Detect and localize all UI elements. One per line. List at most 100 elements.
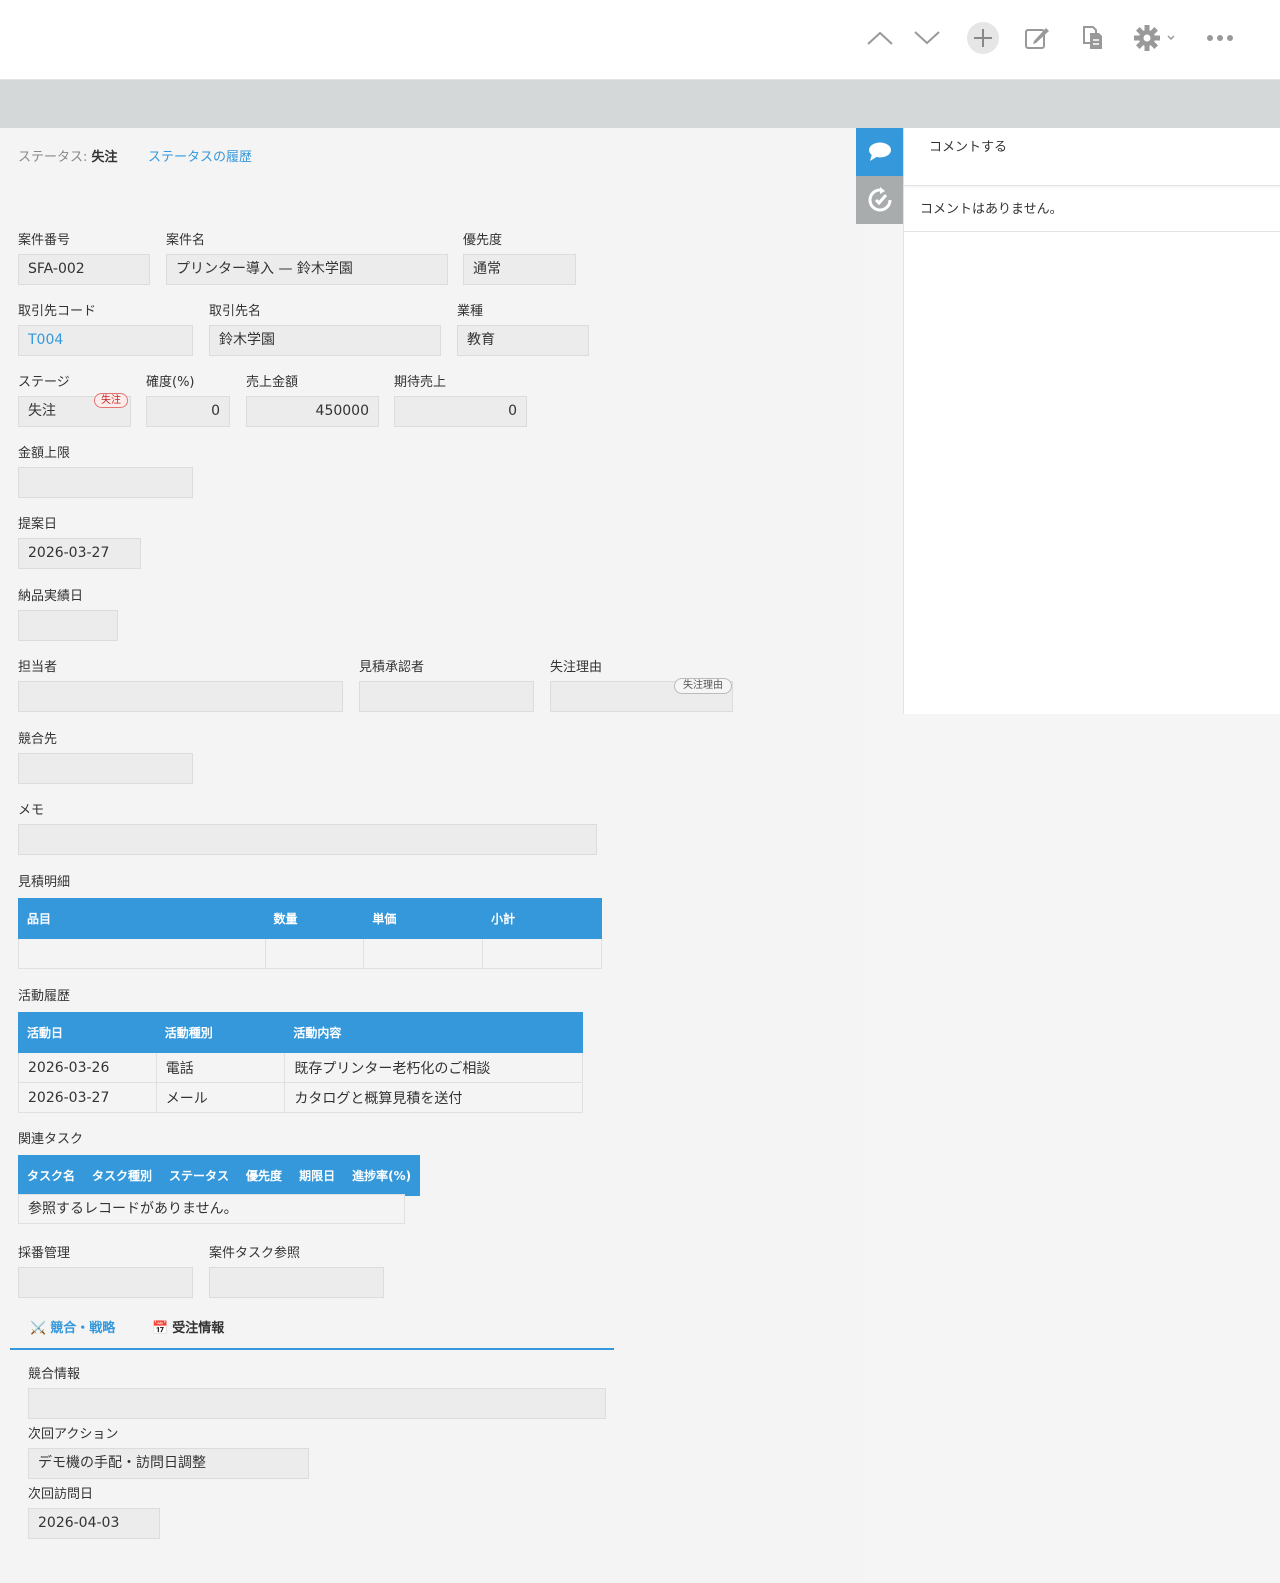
field-competitor: 競合先 [18, 731, 193, 784]
status-label: ステータス: [18, 150, 88, 165]
field-case-no: 案件番号 SFA-002 [18, 232, 150, 285]
field-label: 次回訪問日 [28, 1487, 94, 1502]
field-value: 鈴木学園 [209, 325, 441, 356]
no-comments-message: コメントはありません。 [904, 186, 1280, 232]
column-header: 期限日 [290, 1155, 345, 1196]
add-icon[interactable] [965, 20, 1001, 56]
field-label: 納品実績日 [18, 589, 84, 604]
sidebar-tabs [856, 128, 904, 224]
status-indicator: ステータス: 失注 [18, 146, 118, 165]
column-header: 優先度 [237, 1155, 292, 1196]
field-label: 見積承認者 [359, 660, 425, 675]
column-header: 活動内容 [284, 1012, 583, 1053]
estimate-table: 品目 数量 単価 小計 [18, 898, 602, 969]
column-header: タスク種別 [83, 1155, 162, 1196]
edit-icon[interactable] [1019, 20, 1055, 56]
table-cell [264, 938, 365, 969]
status-history-link[interactable]: ステータスの履歴 [148, 146, 252, 165]
comment-input[interactable]: コメントする [904, 128, 1280, 186]
field-proposal-date: 提案日 2026-03-27 [18, 516, 141, 569]
activity-content: カタログと概算見積を送付 [284, 1082, 583, 1113]
column-header: 小計 [482, 898, 602, 939]
comment-bubble-icon [869, 142, 891, 161]
swords-icon: ⚔️ [30, 1321, 47, 1336]
field-value [18, 1267, 193, 1298]
field-label: 取引先名 [209, 304, 262, 319]
column-header: 数量 [264, 898, 365, 939]
duplicate-icon[interactable] [1075, 20, 1111, 56]
field-value: 2026-04-03 [28, 1508, 160, 1539]
field-value: 通常 [463, 254, 576, 285]
status-value: 失注 [91, 150, 118, 165]
field-client-name: 取引先名 鈴木学園 [209, 303, 441, 356]
field-expected-sales: 期待売上 0 [394, 374, 527, 427]
comment-panel: コメントする コメントはありません。 [903, 128, 1280, 714]
activity-table-label: 活動履歴 [18, 989, 71, 1004]
column-header: 品目 [18, 898, 266, 939]
table-row: 2026-03-27 メール カタログと概算見積を送付 [18, 1082, 583, 1113]
tab-order-info[interactable]: 📅 受注情報 [152, 1318, 224, 1348]
field-label: 採番管理 [18, 1246, 71, 1261]
field-next-action: 次回アクション デモ機の手配・訪問日調整 [28, 1426, 309, 1479]
field-amount-limit: 金額上限 [18, 445, 193, 498]
chevron-up-icon[interactable] [862, 20, 898, 56]
related-task-table: タスク名 タスク種別 ステータス 優先度 期限日 進捗率(%) [17, 1155, 421, 1196]
field-value [28, 1388, 606, 1419]
comment-tab[interactable] [856, 128, 904, 176]
history-tab[interactable] [856, 176, 904, 224]
field-probability: 確度(%) 0 [146, 374, 230, 427]
field-client-code: 取引先コード T004 [18, 303, 193, 356]
activity-date: 2026-03-27 [18, 1082, 157, 1113]
field-value [18, 753, 193, 784]
field-value: 2026-03-27 [18, 538, 141, 569]
field-value: 教育 [457, 325, 589, 356]
field-case-name: 案件名 プリンター導入 — 鈴木学園 [166, 232, 448, 285]
calendar-icon: 📅 [152, 1321, 169, 1336]
field-label: 金額上限 [18, 446, 71, 461]
record-detail: ステータス: 失注 ステータスの履歴 案件番号 SFA-002 案件名 プリンタ… [0, 128, 864, 1583]
client-code-link[interactable]: T004 [18, 325, 193, 356]
table-row [18, 938, 602, 969]
field-case-task-ref: 案件タスク参照 [209, 1245, 384, 1298]
column-header: 活動日 [18, 1012, 157, 1053]
estimate-table-label-wrap: 見積明細 [18, 874, 70, 896]
field-value: プリンター導入 — 鈴木学園 [166, 254, 448, 285]
table-cell [482, 938, 602, 969]
field-sales-amount: 売上金額 450000 [246, 374, 379, 427]
field-competition-info: 競合情報 [28, 1366, 606, 1419]
field-next-visit: 次回訪問日 2026-04-03 [28, 1486, 160, 1539]
record-toolbar [0, 0, 1280, 80]
field-numbering: 採番管理 [18, 1245, 193, 1298]
activity-table-label-wrap: 活動履歴 [18, 988, 70, 1010]
field-label: メモ [18, 803, 45, 818]
activity-date: 2026-03-26 [18, 1052, 157, 1083]
column-header: 活動種別 [155, 1012, 286, 1053]
lost-reason-badge: 失注理由 [674, 678, 732, 694]
tab-competition-strategy[interactable]: ⚔️ 競合・戦略 [30, 1318, 115, 1348]
field-value [18, 681, 343, 712]
stage-status-badge: 失注 [94, 393, 128, 408]
more-icon[interactable] [1202, 20, 1238, 56]
section-tabs: ⚔️ 競合・戦略 📅 受注情報 [10, 1318, 614, 1350]
chevron-down-icon[interactable] [909, 20, 945, 56]
field-label: 売上金額 [246, 375, 299, 390]
field-label: 案件タスク参照 [209, 1246, 301, 1261]
field-value: 0 [146, 396, 230, 427]
gear-icon[interactable] [1130, 20, 1180, 56]
activity-type: メール [155, 1082, 286, 1113]
column-header: 単価 [363, 898, 484, 939]
table-cell [363, 938, 484, 969]
field-value: デモ機の手配・訪問日調整 [28, 1448, 309, 1479]
field-value [359, 681, 534, 712]
estimate-table-label: 見積明細 [18, 875, 71, 890]
task-table-label: 関連タスク [18, 1132, 84, 1147]
field-value [18, 467, 193, 498]
field-estimate-approver: 見積承認者 [359, 659, 534, 712]
task-empty-message: 参照するレコードがありません。 [18, 1194, 405, 1224]
field-label: 担当者 [18, 660, 58, 675]
tab-label: 競合・戦略 [50, 1321, 116, 1336]
table-cell [18, 938, 266, 969]
field-industry: 業種 教育 [457, 303, 589, 356]
field-value [18, 610, 118, 641]
field-label: 案件番号 [18, 233, 71, 248]
